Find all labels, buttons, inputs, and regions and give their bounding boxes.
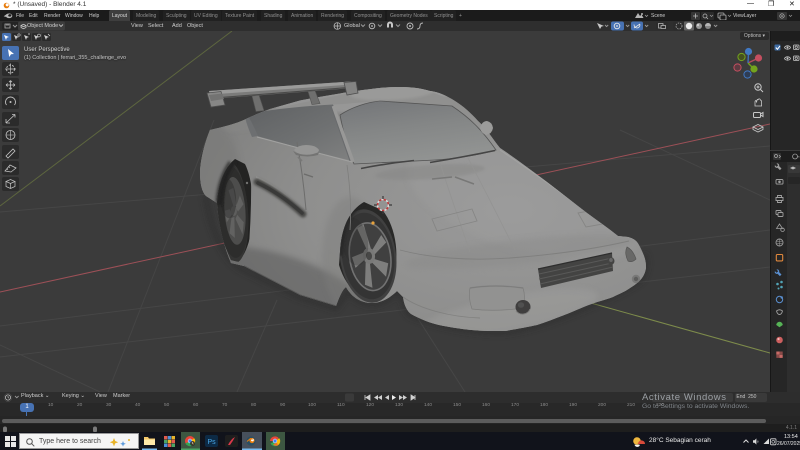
svg-text:Ps: Ps	[208, 439, 217, 446]
